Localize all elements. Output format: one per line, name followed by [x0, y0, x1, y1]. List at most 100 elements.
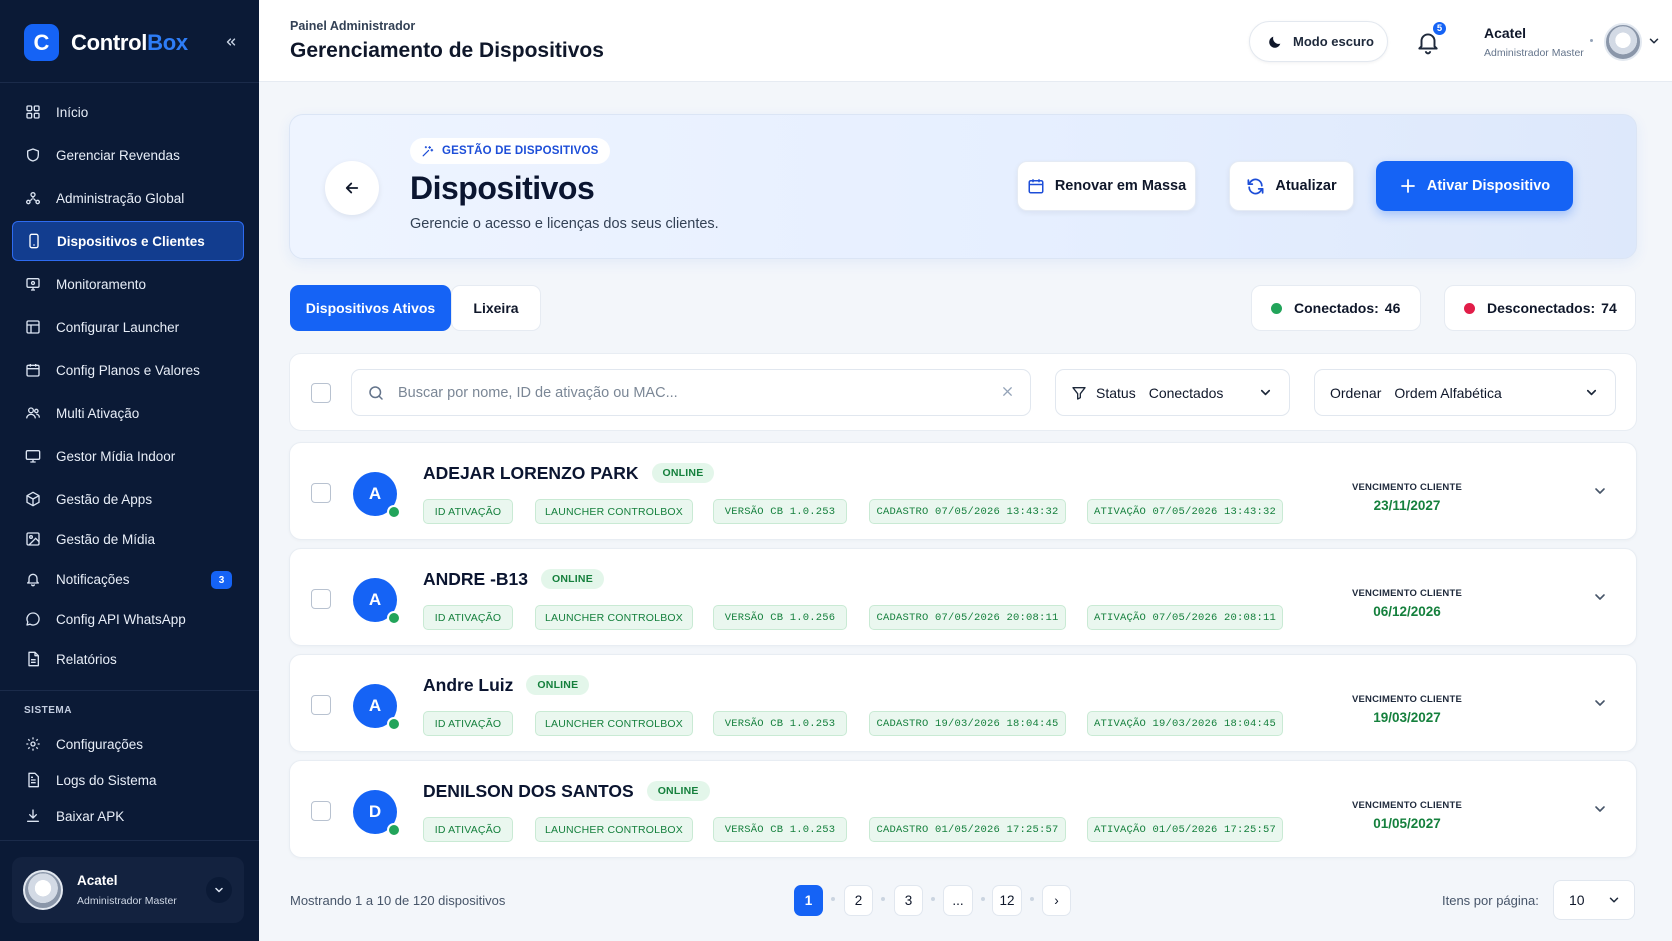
- page-button[interactable]: 2: [844, 885, 873, 916]
- sidebar-item-label: Configurações: [56, 736, 144, 752]
- expand-chevron-icon[interactable]: [1592, 483, 1608, 499]
- file-text-icon: [24, 772, 41, 789]
- sidebar-item-notificacoes[interactable]: Notificações 3: [12, 559, 244, 599]
- page-button[interactable]: 1: [794, 885, 823, 916]
- chevron-down-icon: [1258, 385, 1273, 400]
- clear-search-icon[interactable]: [1000, 384, 1015, 399]
- avatar[interactable]: [1604, 23, 1642, 61]
- connected-dot: [1271, 302, 1282, 314]
- hero-panel: GESTÃO DE DISPOSITIVOS Dispositivos Gere…: [289, 114, 1637, 259]
- device-checkbox[interactable]: [311, 589, 331, 609]
- status-badge: ONLINE: [541, 569, 604, 589]
- back-button[interactable]: [325, 161, 379, 215]
- per-page-select[interactable]: 10: [1553, 880, 1635, 920]
- sidebar-item-planos[interactable]: Config Planos e Valores: [12, 350, 244, 390]
- device-card[interactable]: A ADEJAR LORENZO PARK ONLINE ID ATIVAÇÃO…: [289, 442, 1637, 540]
- sidebar-divider: [0, 840, 259, 841]
- online-indicator: [387, 823, 401, 837]
- chip-created: CADASTRO 07/05/2026 20:08:11: [869, 605, 1066, 630]
- dark-mode-toggle[interactable]: Modo escuro: [1249, 21, 1388, 62]
- device-checkbox[interactable]: [311, 483, 331, 503]
- expand-chevron-icon[interactable]: [1592, 695, 1608, 711]
- tab-trash[interactable]: Lixeira: [451, 285, 541, 331]
- brand[interactable]: C ControlBox: [24, 24, 188, 61]
- next-page-button[interactable]: ›: [1042, 885, 1071, 916]
- user-menu-button[interactable]: [206, 877, 232, 903]
- expiry-date: 01/05/2027: [1373, 816, 1441, 831]
- sidebar-item-label: Baixar APK: [56, 808, 125, 824]
- refresh-button[interactable]: Atualizar: [1229, 161, 1354, 211]
- sidebar-item-apps[interactable]: Gestão de Apps: [12, 479, 244, 519]
- sidebar-user-card[interactable]: Acatel Administrador Master: [12, 857, 244, 923]
- sidebar-item-admin-global[interactable]: Administração Global: [12, 178, 244, 218]
- order-select[interactable]: Ordenar Ordem Alfabética: [1314, 369, 1616, 416]
- sidebar-item-inicio[interactable]: Início: [12, 92, 244, 132]
- sidebar-item-label: Notificações: [56, 571, 130, 587]
- user-menu-button[interactable]: [1647, 34, 1661, 48]
- page-separator: [981, 897, 985, 901]
- calendar-icon: [1027, 177, 1045, 195]
- monitor-icon: [24, 276, 41, 293]
- status-filter-label: Status: [1096, 384, 1136, 401]
- per-page-label: Itens por página:: [1442, 893, 1539, 908]
- sidebar-item-dispositivos[interactable]: Dispositivos e Clientes: [12, 221, 244, 261]
- chip-activation-id[interactable]: ID ATIVAÇÃO: [423, 605, 513, 630]
- chip-activation-id[interactable]: ID ATIVAÇÃO: [423, 711, 513, 736]
- collapse-sidebar-button[interactable]: [219, 30, 243, 54]
- sidebar-item-configuracoes[interactable]: Configurações: [12, 726, 244, 762]
- sidebar-item-revendas[interactable]: Gerenciar Revendas: [12, 135, 244, 175]
- sidebar-item-label: Configurar Launcher: [56, 319, 180, 335]
- disconnected-stat: Desconectados: 74: [1444, 285, 1636, 331]
- page-button[interactable]: 3: [894, 885, 923, 916]
- device-card[interactable]: D DENILSON DOS SANTOS ONLINE ID ATIVAÇÃO…: [289, 760, 1637, 858]
- sidebar-item-label: Monitoramento: [56, 276, 147, 292]
- page-button[interactable]: 12: [992, 885, 1022, 916]
- hero-subtitle: Gerencie o acesso e licenças dos seus cl…: [410, 216, 719, 232]
- expand-chevron-icon[interactable]: [1592, 801, 1608, 817]
- activate-device-label: Ativar Dispositivo: [1426, 178, 1551, 194]
- device-checkbox[interactable]: [311, 801, 331, 821]
- select-all-checkbox[interactable]: [311, 383, 331, 403]
- sidebar-item-midia-indoor[interactable]: Gestor Mídia Indoor: [12, 436, 244, 476]
- brand-logo: C: [24, 24, 59, 61]
- sidebar-item-baixar-apk[interactable]: Baixar APK: [12, 798, 244, 834]
- sidebar-item-multi-ativacao[interactable]: Multi Ativação: [12, 393, 244, 433]
- chevron-down-icon: [1607, 893, 1621, 907]
- chip-activation-id[interactable]: ID ATIVAÇÃO: [423, 499, 513, 524]
- sidebar-item-relatorios[interactable]: Relatórios: [12, 639, 244, 679]
- device-card[interactable]: A Andre Luiz ONLINE ID ATIVAÇÃO LAUNCHER…: [289, 654, 1637, 752]
- smartphone-icon: [25, 233, 42, 250]
- sidebar-item-label: Gerenciar Revendas: [56, 147, 180, 163]
- chevron-down-icon: [1649, 38, 1659, 44]
- chip-version: VERSÃO CB 1.0.253: [713, 817, 847, 842]
- device-name: ADEJAR LORENZO PARK: [423, 462, 639, 483]
- section-pill-label: GESTÃO DE DISPOSITIVOS: [442, 145, 599, 157]
- sidebar-item-midia[interactable]: Gestão de Mídia: [12, 519, 244, 559]
- page-separator: [831, 897, 835, 901]
- connected-count: 46: [1384, 300, 1401, 316]
- search-input[interactable]: [398, 382, 988, 404]
- activate-device-button[interactable]: Ativar Dispositivo: [1376, 161, 1573, 211]
- chip-activated: ATIVAÇÃO 19/03/2026 18:04:45: [1087, 711, 1283, 736]
- connected-stat: Conectados: 46: [1251, 285, 1421, 331]
- sparkle-wand-icon: [421, 145, 434, 158]
- status-filter-select[interactable]: Status Conectados: [1055, 369, 1290, 416]
- expand-chevron-icon[interactable]: [1592, 589, 1608, 605]
- chevron-right-icon: ›: [1054, 893, 1059, 908]
- brand-name: ControlBox: [71, 30, 188, 56]
- device-card[interactable]: A ANDRE -B13 ONLINE ID ATIVAÇÃO LAUNCHER…: [289, 548, 1637, 646]
- device-checkbox[interactable]: [311, 695, 331, 715]
- expiry-label: VENCIMENTO CLIENTE: [1351, 800, 1463, 811]
- tab-active-devices[interactable]: Dispositivos Ativos: [290, 285, 451, 331]
- expiry-label: VENCIMENTO CLIENTE: [1351, 482, 1463, 493]
- chip-activation-id[interactable]: ID ATIVAÇÃO: [423, 817, 513, 842]
- renew-bulk-button[interactable]: Renovar em Massa: [1017, 161, 1196, 211]
- hero-title: Dispositivos: [410, 170, 595, 206]
- sidebar-item-whatsapp[interactable]: Config API WhatsApp: [12, 599, 244, 639]
- sidebar-item-logs[interactable]: Logs do Sistema: [12, 762, 244, 798]
- sidebar-item-monitoramento[interactable]: Monitoramento: [12, 264, 244, 304]
- sidebar-divider: [0, 690, 259, 691]
- status-badge: ONLINE: [526, 675, 590, 695]
- filter-bar: Status Conectados Ordenar Ordem Alfabéti…: [289, 353, 1637, 431]
- sidebar-item-launcher[interactable]: Configurar Launcher: [12, 307, 244, 347]
